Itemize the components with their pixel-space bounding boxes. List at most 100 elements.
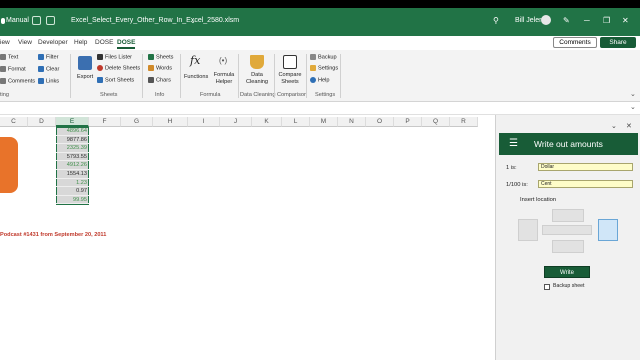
table-cell[interactable]: 4896.64 [56, 127, 89, 136]
column-header[interactable]: D [28, 117, 56, 127]
sheets-count-button[interactable]: Sheets [148, 54, 173, 60]
formula-helper-button[interactable]: Formula Helper [213, 72, 235, 85]
insert-right-option[interactable] [598, 219, 618, 241]
column-header[interactable]: L [282, 117, 310, 127]
column-header[interactable]: I [188, 117, 220, 127]
tab-review[interactable]: iew [0, 39, 10, 46]
column-header[interactable]: M [310, 117, 338, 127]
tab-dose-active[interactable]: DOSE [117, 39, 136, 49]
column-header[interactable]: H [153, 117, 188, 127]
formula-bar[interactable]: ⌄ [0, 102, 640, 115]
avatar[interactable] [541, 15, 551, 25]
subunit-input[interactable]: Cent [538, 180, 633, 188]
tab-developer[interactable]: Developer [38, 39, 68, 46]
backup-sheet-label: Backup sheet [553, 283, 585, 289]
save-mode-label[interactable]: Manual [6, 17, 29, 24]
column-header-selected[interactable]: E [56, 117, 89, 127]
data-cleaning-button[interactable]: Data Cleaning [245, 72, 269, 85]
links-button[interactable]: Links [38, 78, 59, 84]
write-button[interactable]: Write [544, 266, 590, 278]
compare-icon[interactable] [283, 55, 297, 69]
functions-icon[interactable]: fx [190, 54, 200, 67]
unit-input[interactable]: Dollar [538, 163, 633, 171]
ribbon-collapse-icon[interactable]: ⌄ [630, 90, 636, 98]
table-cell[interactable]: 0.97 [56, 187, 89, 196]
compare-sheets-button[interactable]: Compare Sheets [277, 72, 303, 85]
filter-button[interactable]: Filter [38, 54, 58, 60]
comments-button[interactable]: Comments [553, 37, 597, 48]
format-menu[interactable]: Format [0, 66, 26, 72]
expand-formula-bar-icon[interactable]: ⌄ [630, 103, 636, 111]
table-cell[interactable]: 1.23 [56, 179, 89, 188]
sort-sheets-button[interactable]: Sort Sheets [97, 77, 134, 83]
quick-access-icon[interactable] [46, 16, 55, 25]
divider [142, 54, 143, 98]
chars-count-label: Chars [156, 77, 171, 84]
export-icon[interactable] [78, 56, 92, 70]
functions-button[interactable]: Functions [184, 74, 208, 80]
table-cell[interactable]: 5793.55 [56, 153, 89, 162]
table-cell[interactable]: 2325.39 [56, 144, 89, 153]
column-header[interactable]: J [220, 117, 252, 127]
delete-sheets-button[interactable]: Delete Sheets [97, 65, 140, 71]
pane-close-icon[interactable]: ✕ [626, 122, 632, 130]
column-header[interactable]: C [0, 117, 28, 127]
column-header[interactable]: R [450, 117, 478, 127]
table-cell[interactable]: 4912.26 [56, 161, 89, 170]
words-count-button[interactable]: Words [148, 65, 172, 71]
backup-sheet-checkbox[interactable] [544, 284, 550, 290]
close-button[interactable]: ✕ [622, 16, 629, 25]
column-header[interactable]: K [252, 117, 282, 127]
backup-icon [310, 54, 316, 60]
column-header[interactable]: P [394, 117, 422, 127]
hamburger-icon[interactable]: ☰ [509, 139, 518, 149]
share-button[interactable]: Share [600, 37, 636, 48]
export-button[interactable]: Export [77, 74, 93, 80]
files-lister-button[interactable]: Files Lister [97, 54, 132, 60]
pane-menu-chevron-icon[interactable]: ⌄ [611, 122, 617, 130]
clear-button[interactable]: Clear [38, 66, 59, 72]
ribbon-tabs: iew View Developer Help DOSE DOSE [0, 36, 640, 50]
tab-view[interactable]: View [18, 39, 32, 46]
column-header[interactable]: N [338, 117, 366, 127]
table-cell[interactable]: 9877.86 [56, 136, 89, 145]
help-button[interactable]: Help [310, 77, 330, 83]
table-cell[interactable]: 99.95 [56, 196, 89, 205]
backup-button[interactable]: Backup [310, 54, 337, 60]
podcast-note[interactable]: Podcast #1431 from September 20, 2011 [0, 232, 106, 238]
column-header[interactable]: O [366, 117, 394, 127]
divider [274, 54, 275, 98]
group-label-settings: Settings [315, 92, 336, 98]
broom-icon[interactable] [250, 55, 264, 69]
orange-shape[interactable] [0, 137, 18, 193]
chevron-down-icon[interactable]: ⌄ [190, 17, 196, 25]
chars-count-button[interactable]: Chars [148, 77, 171, 83]
file-name[interactable]: Excel_Select_Every_Other_Row_In_Excel_25… [71, 17, 239, 24]
insert-left-option[interactable] [518, 219, 538, 241]
tab-dose[interactable]: DOSE [95, 39, 113, 46]
group-label-sheets: Sheets [100, 92, 118, 98]
user-name[interactable]: Bill Jelen [515, 17, 543, 24]
comments-menu[interactable]: Comments [0, 78, 35, 84]
minimize-button[interactable]: ─ [584, 16, 590, 25]
insert-below-option[interactable] [552, 240, 584, 253]
insert-center-option[interactable] [542, 225, 592, 235]
insert-above-option[interactable] [552, 209, 584, 222]
words-icon [148, 65, 154, 71]
search-icon[interactable]: ⚲ [493, 16, 499, 25]
save-icon[interactable] [32, 16, 41, 25]
comments-icon [0, 78, 6, 84]
formula-helper-icon[interactable]: (•) [219, 56, 227, 65]
column-header[interactable]: Q [422, 117, 450, 127]
pen-icon[interactable]: ✎ [563, 16, 570, 25]
text-menu[interactable]: Text [0, 54, 18, 60]
sort-sheets-label: Sort Sheets [105, 77, 135, 84]
tab-help[interactable]: Help [74, 39, 87, 46]
worksheet-grid[interactable]: C D E F G H I J K L M N O P Q R 4896.64 … [0, 115, 495, 360]
settings-button[interactable]: Settings [310, 65, 338, 71]
restore-button[interactable]: ❐ [603, 16, 610, 25]
table-cell[interactable]: 1554.13 [56, 170, 89, 179]
column-header[interactable]: G [121, 117, 153, 127]
autosave-toggle-icon[interactable] [1, 18, 5, 24]
column-header[interactable]: F [89, 117, 121, 127]
